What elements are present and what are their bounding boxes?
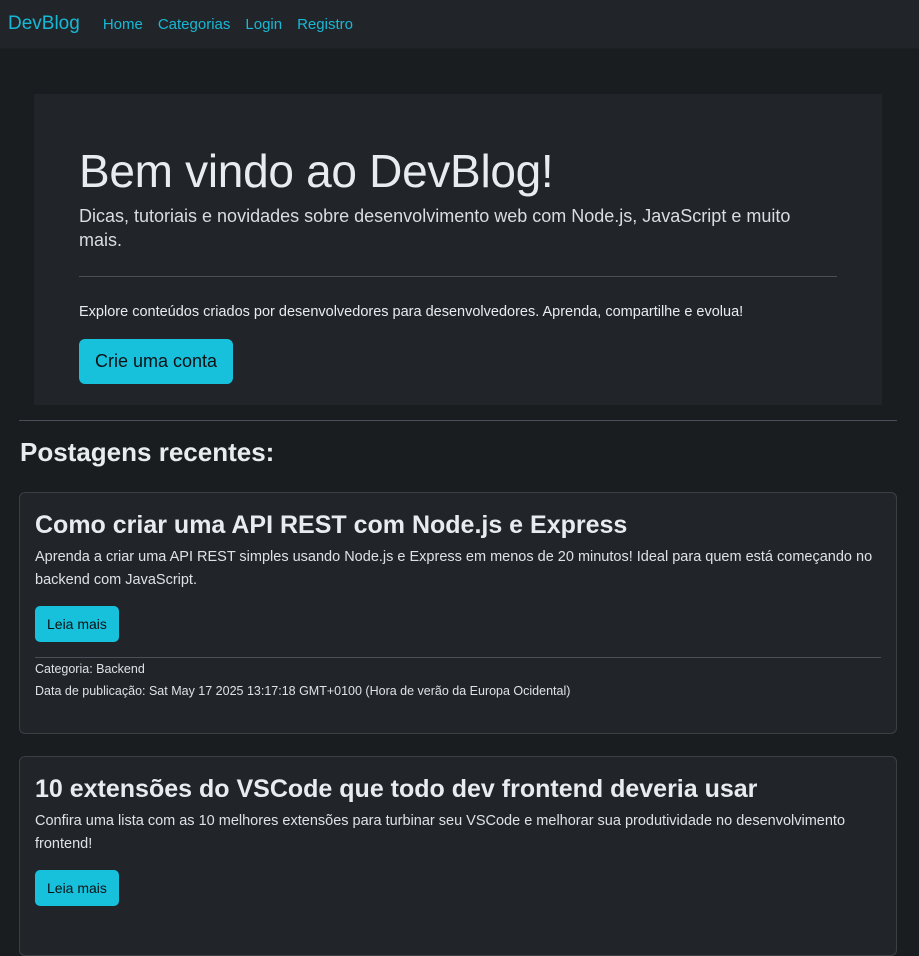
post-title: 10 extensões do VSCode que todo dev fron… xyxy=(35,775,758,803)
post-category: Categoria: Backend xyxy=(35,662,145,676)
read-more-button[interactable]: Leia mais xyxy=(35,870,119,906)
nav-link-registro[interactable]: Registro xyxy=(297,16,353,33)
hero-divider xyxy=(79,276,837,277)
create-account-button[interactable]: Crie uma conta xyxy=(79,339,234,384)
post-card: Como criar uma API REST com Node.js e Ex… xyxy=(19,492,897,734)
navbar: DevBlog Home Categorias Login Registro xyxy=(0,0,919,49)
hero-description: Explore conteúdos criados por desenvolve… xyxy=(79,304,744,320)
hero-subtitle: Dicas, tutoriais e novidades sobre desen… xyxy=(79,206,791,250)
post-excerpt: Aprenda a criar uma API REST simples usa… xyxy=(35,549,873,588)
post-title: Como criar uma API REST com Node.js e Ex… xyxy=(35,511,628,539)
read-more-button[interactable]: Leia mais xyxy=(35,606,119,642)
hero-title: Bem vindo ao DevBlog! xyxy=(79,145,554,197)
brand-link[interactable]: DevBlog xyxy=(8,13,80,35)
recent-posts-title: Postagens recentes: xyxy=(20,437,275,467)
post-excerpt: Confira uma lista com as 10 melhores ext… xyxy=(35,813,846,852)
hero-jumbotron: Bem vindo ao DevBlog! Dicas, tutoriais e… xyxy=(34,94,882,405)
nav-link-categorias[interactable]: Categorias xyxy=(158,16,231,33)
post-card: 10 extensões do VSCode que todo dev fron… xyxy=(19,756,897,956)
post-date: Data de publicação: Sat May 17 2025 13:1… xyxy=(35,684,571,698)
nav-link-login[interactable]: Login xyxy=(245,16,282,33)
nav-link-home[interactable]: Home xyxy=(103,16,143,33)
section-divider xyxy=(19,420,897,421)
